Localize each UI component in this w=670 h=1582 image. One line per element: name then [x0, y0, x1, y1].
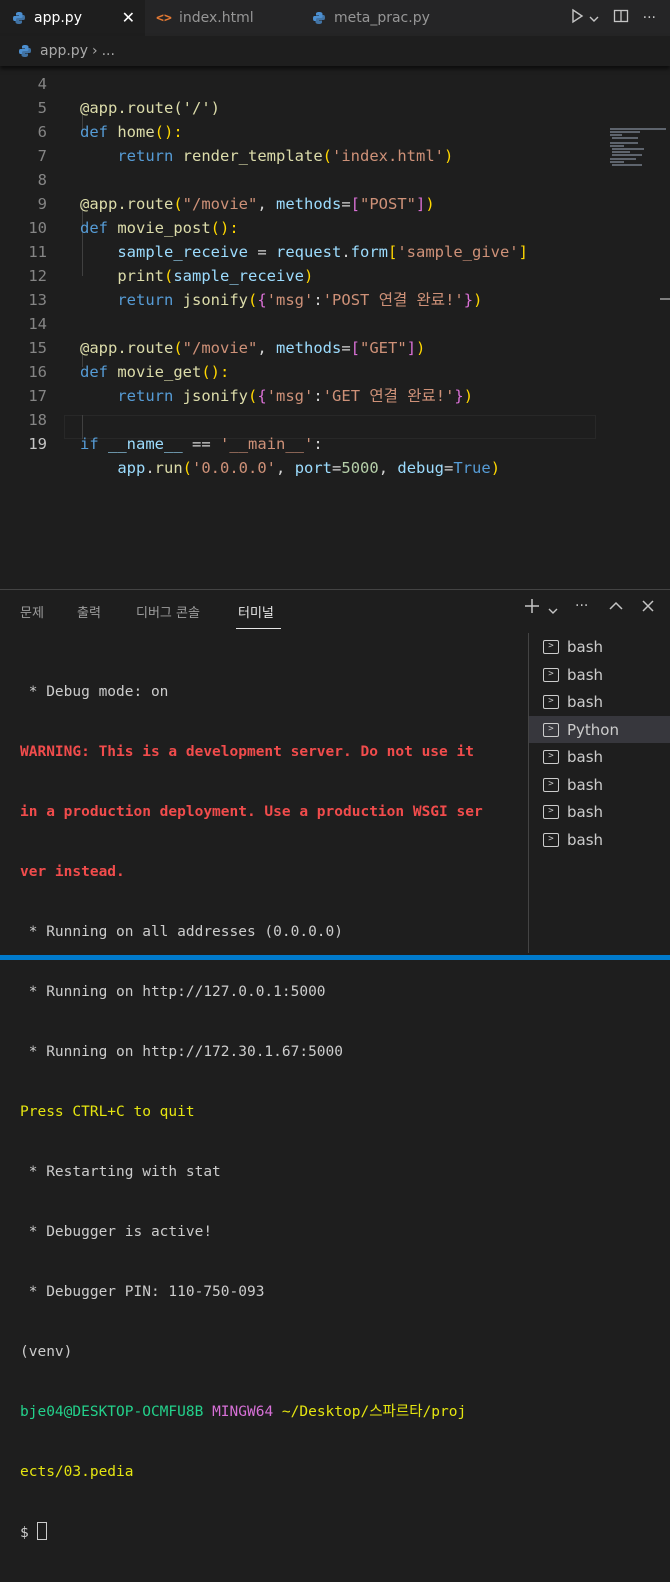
- terminal-list: > bash > bash > bash > Python > bash > bash > b…: [528, 633, 670, 953]
- code-line: 17: [0, 360, 600, 405]
- line-number: 19: [28, 435, 47, 453]
- terminal-icon: >: [543, 832, 559, 847]
- scrollbar-marker: [660, 298, 670, 300]
- terminal-warning-line: in a production deployment. Use a produc…: [20, 804, 483, 820]
- terminal-line: * Debugger PIN: 110-750-093: [20, 1284, 265, 1300]
- code-line: 14 @app.route("/movie", methods=["GET"]): [0, 288, 600, 357]
- breadcrumb-separator: ›: [91, 43, 98, 59]
- code-line: 18 if __name__ == '__main__':: [0, 384, 600, 453]
- new-terminal-icon[interactable]: [524, 598, 540, 619]
- close-icon[interactable]: ✕: [122, 8, 135, 27]
- terminal-list-item-selected[interactable]: > Python: [529, 716, 670, 743]
- terminal-prompt-line: bje04@DESKTOP-OCMFU8B MINGW64 ~/Desktop/…: [20, 1404, 467, 1420]
- run-icon[interactable]: [569, 8, 585, 28]
- tab-problems[interactable]: 문제: [20, 602, 44, 621]
- terminal-line: * Debugger is active!: [20, 1224, 213, 1240]
- terminal-line: * Running on http://172.30.1.67:5000: [20, 1044, 344, 1060]
- terminal-list-item[interactable]: > bash: [529, 688, 670, 715]
- code-line: 15 def movie_get():: [0, 312, 600, 381]
- terminal-list-item[interactable]: > bash: [529, 798, 670, 825]
- tab-label: app.py: [34, 10, 82, 26]
- terminal-list-item[interactable]: > bash: [529, 661, 670, 688]
- tab-label: index.html: [179, 10, 254, 26]
- code-line: 13: [0, 264, 600, 309]
- terminal-line: * Debug mode: on: [20, 684, 169, 700]
- terminal-list-item[interactable]: > bash: [529, 826, 670, 853]
- tab-index-html[interactable]: <> index.html: [145, 0, 295, 36]
- terminal-output[interactable]: * Debug mode: on WARNING: This is a deve…: [20, 642, 520, 1582]
- tab-output[interactable]: 출력: [77, 602, 101, 621]
- terminal-line: Press CTRL+C to quit: [20, 1104, 195, 1120]
- code-line: 19 app.run('0.0.0.0', port=5000, debug=T…: [0, 408, 600, 477]
- terminal-prompt-path: ects/03.pedia: [20, 1464, 134, 1480]
- code-line: 8 @app.route("/movie", methods=["POST"]): [0, 144, 600, 213]
- terminal-line: (venv): [20, 1344, 73, 1360]
- terminal-list-item[interactable]: > bash: [529, 633, 670, 660]
- terminal-line: * Running on all addresses (0.0.0.0): [20, 924, 344, 940]
- terminal-warning-line: WARNING: This is a development server. D…: [20, 744, 474, 760]
- terminal-icon: >: [543, 667, 559, 682]
- terminal-list-item[interactable]: > bash: [529, 771, 670, 798]
- python-file-icon: [18, 44, 32, 58]
- code-line: 5 def home():: [0, 72, 600, 141]
- code-line: 6 return render_template('index.html'): [0, 96, 600, 165]
- terminal-icon: >: [543, 694, 559, 709]
- maximize-panel-icon[interactable]: [608, 598, 624, 619]
- code-line: 11 print(sample_receive): [0, 216, 600, 285]
- active-tab-indicator: [236, 628, 281, 629]
- breadcrumb: app.py › ...: [0, 36, 670, 66]
- tab-debug-console[interactable]: 디버그 콘솔: [136, 602, 200, 621]
- status-bar: [0, 955, 670, 960]
- terminal-input-line[interactable]: $: [20, 1522, 520, 1542]
- tab-terminal[interactable]: 터미널: [238, 602, 274, 621]
- code-line: 12 return jsonify({'msg':'POST 연결 완료!'}): [0, 240, 600, 309]
- terminal-icon: >: [543, 777, 559, 792]
- editor-actions: ···: [569, 0, 670, 36]
- tab-meta-prac-py[interactable]: meta_prac.py: [296, 0, 466, 36]
- breadcrumb-file[interactable]: app.py: [40, 43, 88, 59]
- code-line: 16 return jsonify({'msg':'GET 연결 완료!'}): [0, 336, 600, 405]
- terminal-cursor: [37, 1522, 48, 1540]
- editor-tab-bar: app.py ✕ <> index.html meta_prac.py ···: [0, 0, 670, 36]
- python-file-icon: [12, 11, 26, 25]
- chevron-down-icon[interactable]: [548, 600, 558, 621]
- split-editor-icon[interactable]: [613, 8, 629, 28]
- minimap[interactable]: [608, 128, 670, 168]
- chevron-down-icon[interactable]: [589, 9, 599, 28]
- html-file-icon: <>: [156, 10, 172, 26]
- code-line: 10 sample_receive = request.form['sample…: [0, 192, 600, 261]
- terminal-icon: >: [543, 804, 559, 819]
- python-file-icon: [312, 11, 326, 25]
- tab-label: meta_prac.py: [334, 10, 430, 26]
- more-actions-icon[interactable]: ···: [643, 10, 656, 26]
- terminal-icon: >: [543, 722, 559, 737]
- bottom-panel: 문제 출력 디버그 콘솔 터미널 ··· * Debug mode: on WA…: [0, 589, 670, 1541]
- breadcrumb-more[interactable]: ...: [102, 43, 115, 59]
- close-panel-icon[interactable]: [640, 598, 656, 619]
- terminal-line: * Restarting with stat: [20, 1164, 221, 1180]
- code-line: 7: [0, 120, 600, 165]
- terminal-warning-line: ver instead.: [20, 864, 125, 880]
- code-line: 9 def movie_post():: [0, 168, 600, 237]
- terminal-list-item[interactable]: > bash: [529, 743, 670, 770]
- code-editor[interactable]: 4 @app.route('/') 5 def home(): 6 return…: [0, 60, 670, 588]
- terminal-icon: >: [543, 749, 559, 764]
- terminal-line: * Running on http://127.0.0.1:5000: [20, 984, 326, 1000]
- terminal-icon: >: [543, 639, 559, 654]
- more-actions-icon[interactable]: ···: [575, 598, 588, 614]
- tab-app-py[interactable]: app.py ✕: [0, 0, 145, 36]
